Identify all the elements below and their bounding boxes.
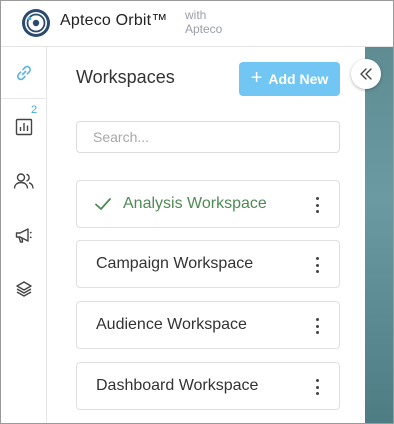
- workspace-label: Dashboard Workspace: [96, 377, 259, 394]
- page-title: Workspaces: [76, 67, 175, 87]
- more-options-icon[interactable]: [309, 254, 325, 276]
- app-window: Apteco Orbit™ with Apteco 2 Workspaces +…: [0, 0, 394, 424]
- app-header: Apteco Orbit™ with Apteco: [1, 1, 393, 47]
- workspace-item-dashboard[interactable]: Dashboard Workspace: [76, 362, 340, 410]
- workspace-item-campaign[interactable]: Campaign Workspace: [76, 240, 340, 288]
- more-options-icon[interactable]: [309, 376, 325, 398]
- with-company: Apteco: [185, 22, 223, 36]
- check-icon: [95, 198, 111, 210]
- dashboard-count-badge: 2: [31, 104, 38, 116]
- collapse-panel-button[interactable]: [351, 59, 381, 89]
- bar-chart-icon: [15, 118, 33, 136]
- add-new-button[interactable]: + Add New: [239, 62, 340, 96]
- rail-item-links[interactable]: [1, 47, 47, 99]
- background-area: [365, 47, 393, 423]
- workspace-label: Analysis Workspace: [123, 195, 267, 212]
- add-new-label: Add New: [268, 71, 329, 87]
- with-apteco: with Apteco: [185, 8, 222, 36]
- search-input[interactable]: [76, 121, 340, 153]
- megaphone-icon: [15, 228, 32, 243]
- apteco-logo-icon: [22, 9, 50, 37]
- rail-item-campaigns[interactable]: [1, 209, 47, 261]
- more-options-icon[interactable]: [309, 315, 325, 337]
- left-rail: 2: [1, 47, 47, 423]
- people-icon: [13, 173, 34, 189]
- workspace-item-analysis[interactable]: Analysis Workspace: [76, 180, 340, 228]
- double-chevron-left-icon: [360, 68, 372, 80]
- more-options-icon[interactable]: [309, 194, 325, 216]
- rail-item-layers[interactable]: [1, 263, 47, 315]
- link-icon: [17, 65, 31, 80]
- rail-item-dashboards[interactable]: 2: [1, 101, 47, 153]
- brand-name: Apteco Orbit™: [60, 12, 168, 29]
- layers-icon: [16, 281, 32, 297]
- rail-item-audiences[interactable]: [1, 155, 47, 207]
- workspace-label: Audience Workspace: [96, 316, 247, 333]
- plus-icon: +: [250, 67, 263, 89]
- workspace-label: Campaign Workspace: [96, 255, 254, 272]
- workspace-item-audience[interactable]: Audience Workspace: [76, 301, 340, 349]
- workspaces-panel: Workspaces + Add New Analysis Workspace …: [47, 47, 365, 423]
- with-label: with: [185, 8, 207, 22]
